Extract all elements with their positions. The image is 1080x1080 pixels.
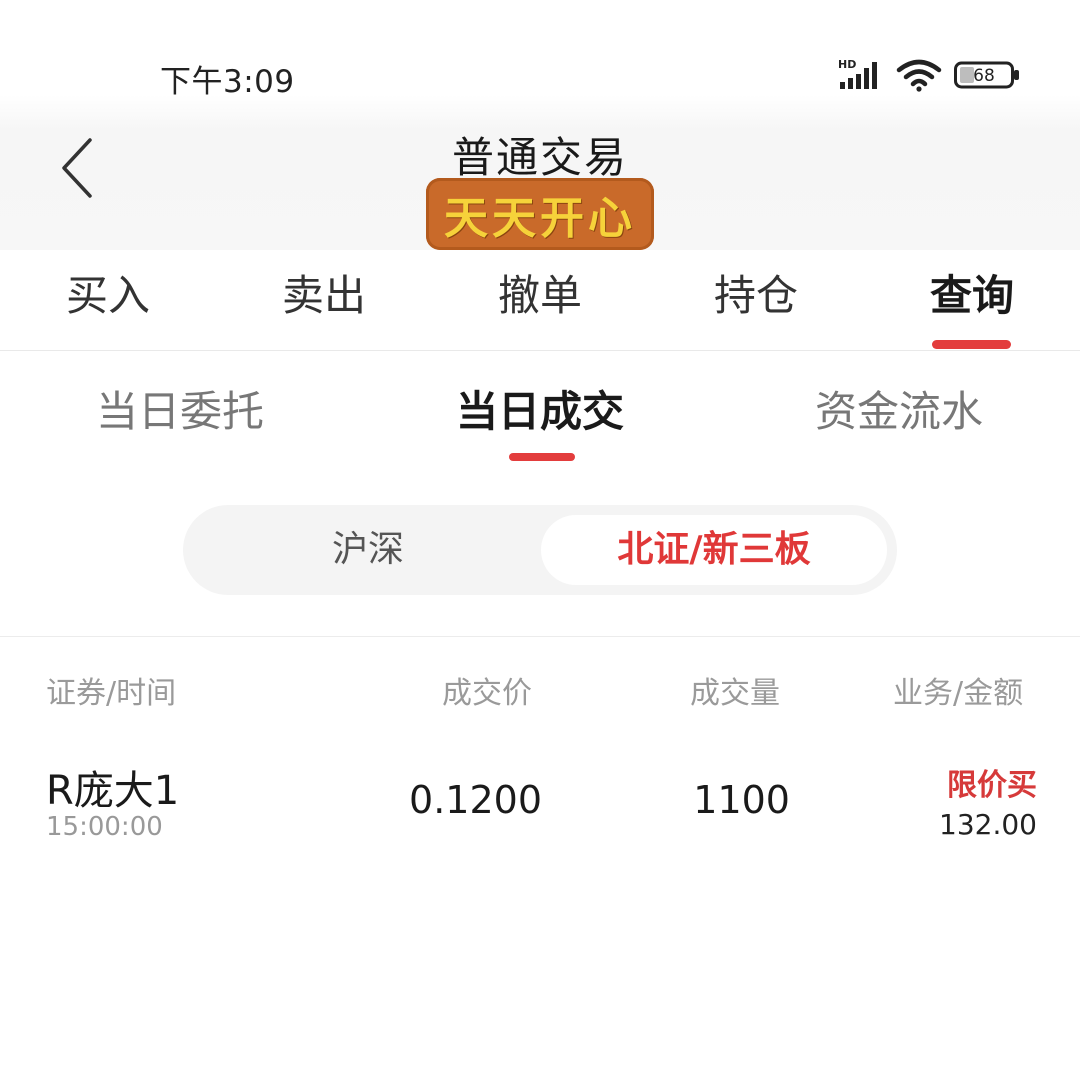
tab-sell[interactable]: 卖出 — [244, 262, 404, 323]
header-volume: 成交量 — [690, 676, 780, 711]
status-time: 下午3:09 — [160, 64, 295, 100]
page-title: 普通交易 — [451, 133, 628, 182]
chevron-left-icon[interactable] — [56, 136, 100, 200]
subtab-fund-flow[interactable]: 资金流水 — [815, 378, 983, 439]
hd-label: HD — [838, 58, 856, 71]
segment-bse-neeq[interactable]: 北证/新三板 — [541, 515, 887, 585]
sticker-badge: 天天开心 — [426, 178, 654, 250]
trade-price: 0.1200 — [409, 778, 542, 822]
business-type: 限价买 — [947, 768, 1037, 803]
trade-volume: 1100 — [693, 778, 790, 822]
main-tab-bar: 买入 卖出 撤单 持仓 查询 — [0, 262, 1080, 350]
divider — [0, 350, 1080, 351]
wifi-icon — [896, 59, 942, 92]
sticker-text: 天天开心 — [444, 193, 636, 244]
header-security-time: 证券/时间 — [46, 676, 177, 711]
battery-icon: 68 — [954, 61, 1019, 89]
header-price: 成交价 — [442, 676, 532, 711]
tab-query[interactable]: 查询 — [892, 262, 1052, 323]
battery-level: 68 — [973, 66, 995, 86]
main-tab-indicator — [932, 340, 1011, 349]
market-segment-control: 沪深 北证/新三板 — [183, 505, 897, 595]
divider — [0, 636, 1080, 637]
header-business-amount: 业务/金额 — [893, 676, 1024, 711]
security-name: R庞大1 — [46, 768, 180, 814]
trade-amount: 132.00 — [939, 808, 1037, 841]
subtab-today-trades[interactable]: 当日成交 — [456, 378, 624, 439]
subtab-today-orders[interactable]: 当日委托 — [96, 378, 264, 439]
tab-buy[interactable]: 买入 — [28, 262, 188, 323]
trade-time: 15:00:00 — [46, 812, 163, 842]
subtab-indicator — [509, 453, 575, 461]
tab-cancel[interactable]: 撤单 — [460, 262, 620, 323]
segment-shanghai-shenzhen[interactable]: 沪深 — [193, 515, 543, 585]
tab-positions[interactable]: 持仓 — [676, 262, 836, 323]
signal-icon: HD — [838, 58, 877, 89]
